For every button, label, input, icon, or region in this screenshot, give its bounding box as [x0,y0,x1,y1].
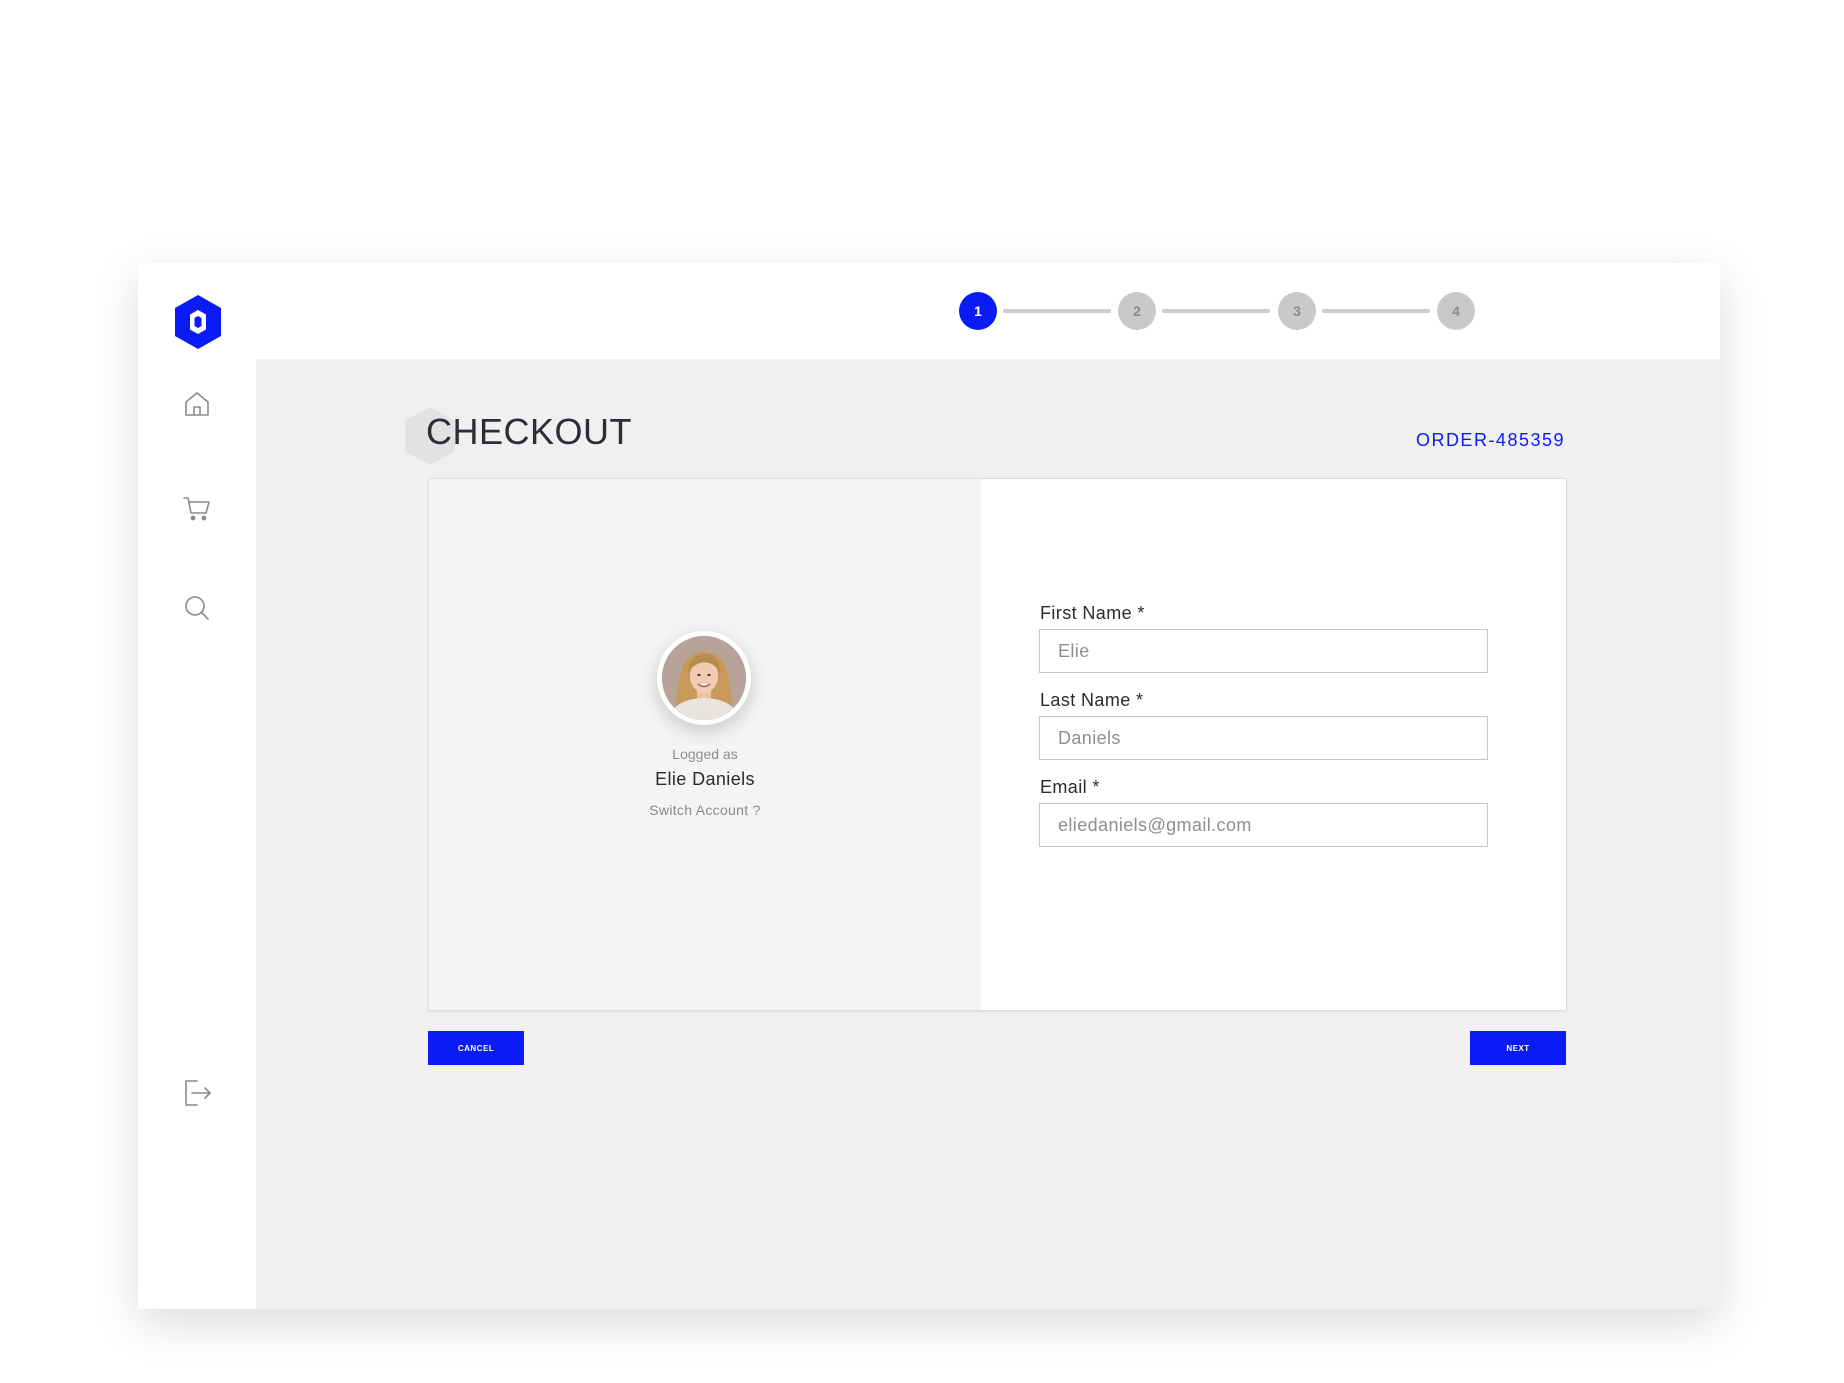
first-name-field[interactable] [1039,629,1488,673]
checkout-card: Logged as Elie Daniels Switch Account ? … [428,478,1567,1011]
hexagon-logo-icon[interactable] [172,293,224,351]
step-connector [1003,309,1111,313]
search-icon[interactable] [180,591,214,625]
logout-icon[interactable] [180,1076,214,1110]
app-window: 1 2 3 4 CHECKOUT ORDER-485359 Logged as … [138,263,1720,1309]
order-id: ORDER-485359 [1415,430,1565,450]
step-1[interactable]: 1 [959,292,997,330]
sidebar [138,263,257,1309]
top-bar: 1 2 3 4 [256,263,1720,359]
step-3[interactable]: 3 [1278,292,1316,330]
email-label: Email * [1040,777,1100,797]
avatar [657,631,751,725]
step-connector [1162,309,1270,313]
email-field[interactable] [1039,803,1488,847]
account-panel: Logged as Elie Daniels Switch Account ? [429,479,981,1010]
step-2[interactable]: 2 [1118,292,1156,330]
logged-as-label: Logged as [672,746,738,762]
cancel-button[interactable]: CANCEL [428,1031,524,1065]
step-4[interactable]: 4 [1437,292,1475,330]
cart-icon[interactable] [180,491,214,525]
next-button[interactable]: NEXT [1470,1031,1566,1065]
last-name-field[interactable] [1039,716,1488,760]
step-connector [1322,309,1430,313]
home-icon[interactable] [180,387,214,421]
last-name-label: Last Name * [1040,690,1144,710]
user-name: Elie Daniels [655,769,755,789]
switch-account-link[interactable]: Switch Account ? [429,802,981,818]
page-title: CHECKOUT [426,411,633,452]
first-name-label: First Name * [1040,603,1145,623]
